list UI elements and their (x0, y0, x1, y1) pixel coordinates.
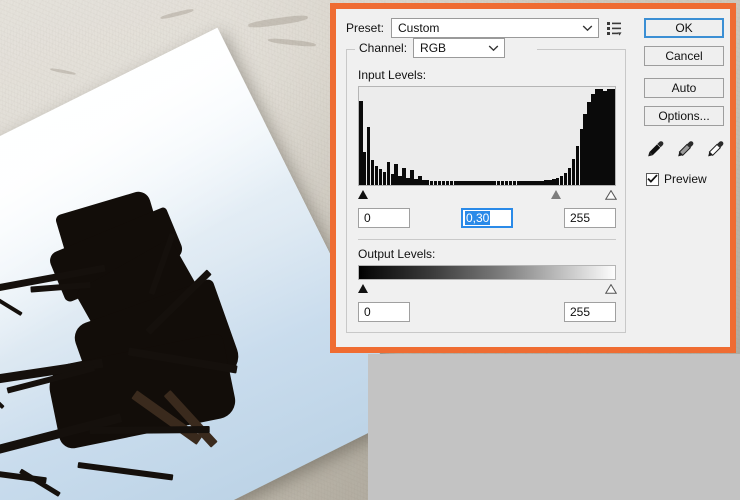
chevron-down-icon (582, 21, 593, 35)
input-levels-histogram (358, 86, 616, 186)
preview-checkbox[interactable] (646, 172, 659, 186)
input-shadow-handle[interactable] (358, 190, 369, 200)
set-gray-point-eyedropper[interactable] (677, 140, 695, 158)
cancel-button[interactable]: Cancel (644, 46, 724, 66)
input-highlight-handle[interactable] (605, 190, 617, 200)
output-white-field[interactable]: 255 (564, 302, 616, 322)
channel-value: RGB (420, 41, 447, 55)
levels-dialog: Preset: Custom Channel: RGB Input Levels… (330, 3, 736, 353)
input-midtone-field[interactable]: 0,30 (461, 208, 513, 228)
preset-row: Preset: Custom (346, 18, 636, 38)
preset-value: Custom (398, 21, 440, 35)
output-black-value: 0 (364, 305, 371, 319)
output-white-handle[interactable] (605, 284, 617, 294)
output-black-handle[interactable] (358, 284, 369, 294)
output-levels-slider-track[interactable] (358, 281, 617, 297)
output-white-value: 255 (570, 305, 591, 319)
input-levels-fields: 0 0,30 255 (358, 208, 616, 228)
chevron-down-icon (488, 41, 499, 55)
branch (89, 425, 210, 435)
preview-label: Preview (664, 172, 707, 186)
auto-button[interactable]: Auto (644, 78, 724, 98)
output-levels-fields: 0 255 (358, 302, 616, 322)
ok-button[interactable]: OK (644, 18, 724, 38)
input-midtone-handle[interactable] (550, 190, 562, 200)
levels-dialog-body: Preset: Custom Channel: RGB Input Levels… (336, 9, 730, 347)
preset-dropdown[interactable]: Custom (391, 18, 600, 38)
channel-label: Channel: (359, 41, 408, 55)
output-levels-gradient (358, 265, 616, 280)
input-levels-label: Input Levels: (358, 68, 427, 82)
check-icon (647, 174, 658, 183)
input-shadow-value: 0 (364, 211, 371, 225)
input-highlight-field[interactable]: 255 (564, 208, 616, 228)
eyedropper-group (647, 140, 730, 158)
levels-left-column: Preset: Custom Channel: RGB Input Levels… (336, 9, 636, 347)
options-button[interactable]: Options... (644, 106, 724, 126)
levels-right-column: OK Cancel Auto Options... Preview (636, 9, 730, 347)
preview-toggle[interactable]: Preview (646, 172, 730, 186)
input-midtone-value: 0,30 (465, 211, 491, 225)
output-black-field[interactable]: 0 (358, 302, 410, 322)
preset-menu-icon[interactable] (606, 20, 623, 37)
output-levels-label: Output Levels: (358, 247, 436, 261)
set-white-point-eyedropper[interactable] (707, 140, 725, 158)
levels-groupbox: Channel: RGB Input Levels: 0 0,30 255 Ou… (346, 38, 626, 333)
preset-label: Preset: (346, 21, 385, 35)
input-highlight-value: 255 (570, 211, 591, 225)
input-shadow-field[interactable]: 0 (358, 208, 410, 228)
set-black-point-eyedropper[interactable] (647, 140, 665, 158)
channel-dropdown[interactable]: RGB (413, 38, 506, 58)
channel-row: Channel: RGB (356, 38, 509, 58)
histogram-bar (611, 89, 615, 185)
levels-inner: Input Levels: 0 0,30 255 Output Levels: … (347, 49, 625, 322)
gray-canvas-panel (368, 354, 740, 500)
section-divider (358, 239, 616, 240)
input-levels-slider-track[interactable] (358, 187, 617, 203)
